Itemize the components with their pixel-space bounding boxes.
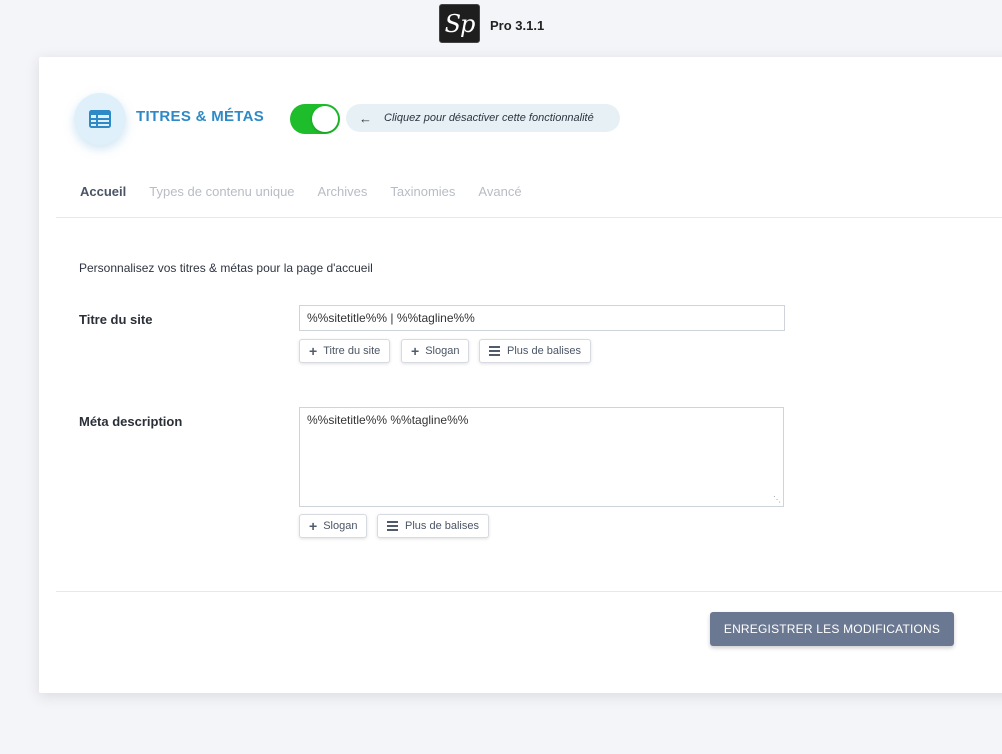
tabs-divider [56, 217, 1002, 218]
add-site-title-tag-button[interactable]: + Titre du site [299, 339, 391, 363]
app-logo: Sp [439, 4, 480, 43]
plus-icon: + [411, 343, 420, 359]
add-slogan-tag-button-meta[interactable]: + Slogan [299, 514, 368, 538]
footer-divider [56, 591, 1002, 592]
toggle-knob [312, 106, 338, 132]
add-slogan-tag-button[interactable]: + Slogan [401, 339, 470, 363]
resize-grip-icon[interactable]: ⋱ [773, 496, 781, 504]
tab-avance[interactable]: Avancé [478, 184, 521, 199]
intro-text: Personnalisez vos titres & métas pour la… [79, 261, 373, 275]
feature-icon-circle [74, 93, 126, 145]
menu-icon [387, 519, 398, 533]
tab-accueil[interactable]: Accueil [80, 184, 126, 199]
feature-toggle[interactable] [290, 104, 340, 134]
tab-bar: Accueil Types de contenu unique Archives… [80, 184, 545, 199]
settings-card: TITRES & MÉTAS ← Cliquez pour désactiver… [39, 57, 1002, 693]
meta-description-textarea[interactable]: %%sitetitle%% %%tagline%% ⋱ [299, 407, 784, 507]
tab-archives[interactable]: Archives [318, 184, 368, 199]
toggle-hint-text: Cliquez pour désactiver cette fonctionna… [384, 112, 594, 124]
tab-taxinomies[interactable]: Taxinomies [390, 184, 455, 199]
tab-types-de-contenu[interactable]: Types de contenu unique [149, 184, 294, 199]
more-tags-button-meta[interactable]: Plus de balises [377, 514, 489, 538]
toggle-hint: ← Cliquez pour désactiver cette fonction… [346, 104, 620, 132]
feature-title: TITRES & MÉTAS [136, 108, 265, 125]
save-changes-button[interactable]: ENREGISTRER LES MODIFICATIONS [710, 612, 954, 646]
site-title-input[interactable] [299, 305, 785, 331]
site-title-label: Titre du site [79, 312, 153, 327]
menu-icon [489, 344, 500, 358]
table-icon [89, 110, 111, 128]
version-label: Pro 3.1.1 [490, 18, 545, 33]
plus-icon: + [309, 518, 318, 534]
arrow-left-icon: ← [359, 110, 372, 126]
top-bar: Sp Pro 3.1.1 [0, 0, 1002, 56]
more-tags-button[interactable]: Plus de balises [479, 339, 591, 363]
meta-description-label: Méta description [79, 414, 183, 429]
plus-icon: + [309, 343, 318, 359]
